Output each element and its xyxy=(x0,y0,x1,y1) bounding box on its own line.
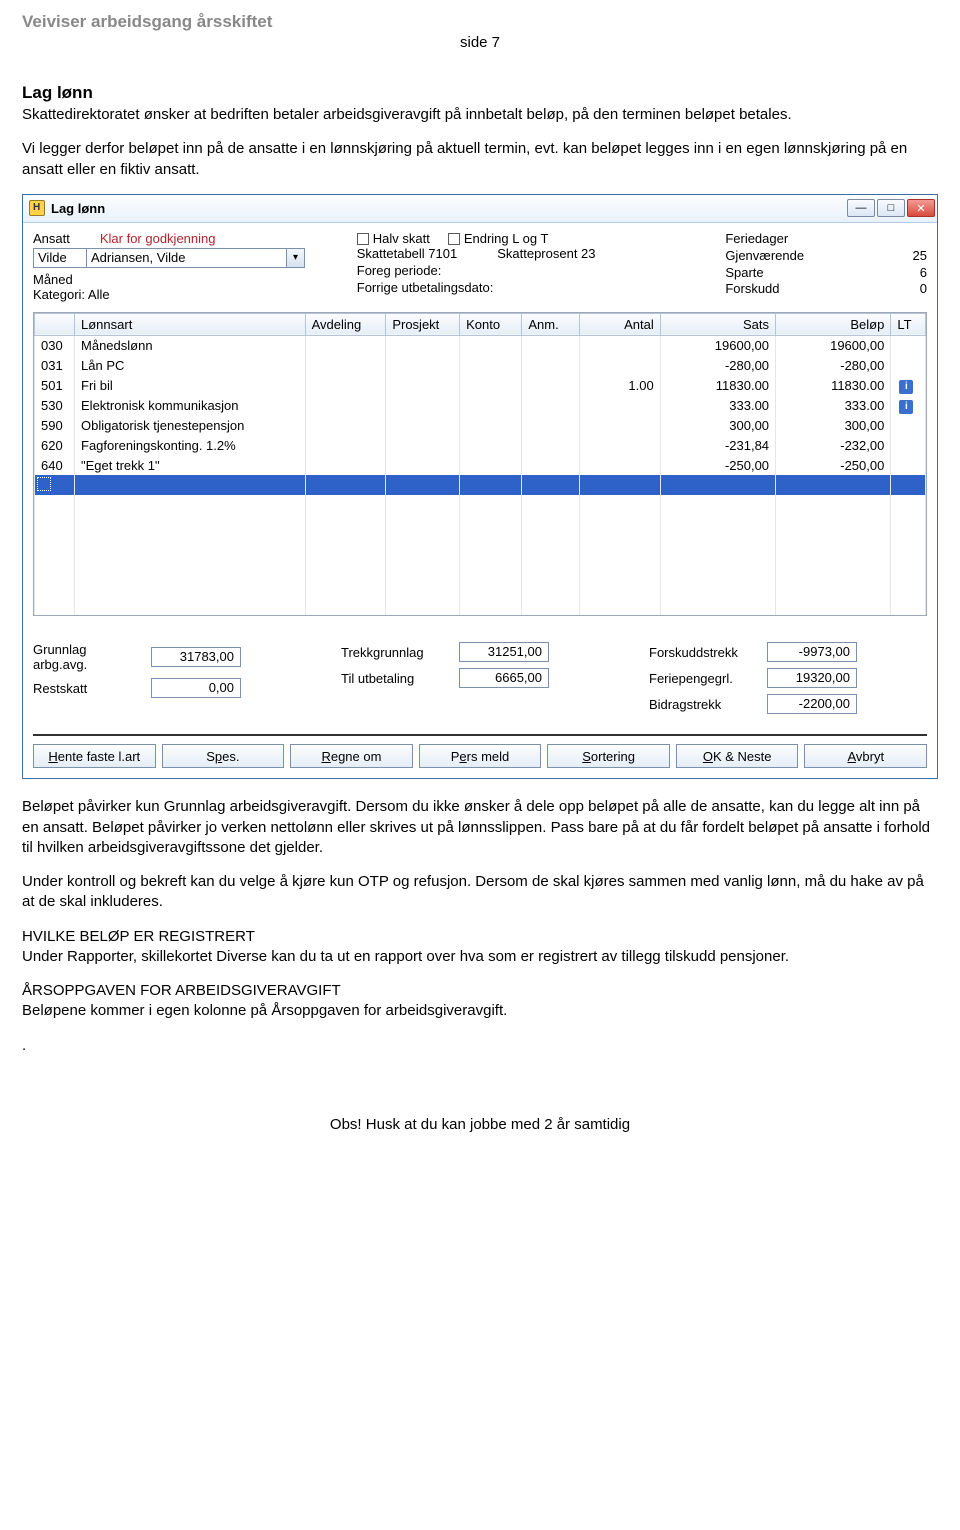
maximize-button[interactable]: □ xyxy=(877,199,905,217)
window-title: Lag lønn xyxy=(51,201,105,216)
app-icon xyxy=(29,200,45,216)
avbryt-button[interactable]: Avbryt xyxy=(804,744,927,768)
body-para-3: Beløpet påvirker kun Grunnlag arbeidsgiv… xyxy=(22,797,938,858)
table-row-empty xyxy=(35,495,926,515)
body-para-5: HVILKE BELØP ER REGISTRERT Under Rapport… xyxy=(22,927,938,968)
body-dot: . xyxy=(22,1036,938,1056)
halv-skatt-checkbox[interactable]: Halv skatt xyxy=(357,231,430,246)
regne-om-button[interactable]: Regne om xyxy=(290,744,413,768)
hente-button[interactable]: Hente faste l.art xyxy=(33,744,156,768)
table-row[interactable]: 530Elektronisk kommunikasjon333.00333.00… xyxy=(35,395,926,415)
table-row-empty xyxy=(35,595,926,615)
intro-para-2: Vi legger derfor beløpet inn på de ansat… xyxy=(22,139,938,180)
restskatt-value: 0,00 xyxy=(151,678,241,698)
table-row-selected[interactable] xyxy=(35,475,926,495)
th-code xyxy=(35,313,75,335)
ansatt-label: Ansatt xyxy=(33,231,70,246)
ansatt-dropdown-arrow[interactable]: ▾ xyxy=(287,248,305,268)
restskatt-label: Restskatt xyxy=(33,681,143,696)
ansatt-first-name[interactable]: Vilde xyxy=(33,248,87,268)
spes-button[interactable]: Spes. xyxy=(162,744,285,768)
th-avdeling: Avdeling xyxy=(305,313,386,335)
trekkgrunnlag-value: 31251,00 xyxy=(459,642,549,662)
forskudd-label: Forskudd xyxy=(725,281,779,298)
footer-note: Obs! Husk at du kan jobbe med 2 år samti… xyxy=(22,1116,938,1133)
body-para-6: ÅRSOPPGAVEN FOR ARBEIDSGIVERAVGIFT Beløp… xyxy=(22,981,938,1022)
feriedager-label: Feriedager xyxy=(725,231,927,248)
table-row[interactable]: 640"Eget trekk 1"-250,00-250,00 xyxy=(35,455,926,475)
body-para-4: Under kontroll og bekreft kan du velge å… xyxy=(22,872,938,913)
section-title: Lag lønn xyxy=(22,83,938,103)
bidragstrekk-value: -2200,00 xyxy=(767,694,857,714)
kategori-label: Kategori: Alle xyxy=(33,287,347,302)
foreg-periode-label: Foreg periode: xyxy=(357,263,716,280)
table-row[interactable]: 590Obligatorisk tjenestepensjon300,00300… xyxy=(35,415,926,435)
sparte-value: 6 xyxy=(920,265,927,282)
table-row-empty xyxy=(35,555,926,575)
maned-label: Måned xyxy=(33,272,347,287)
table-row[interactable]: 501Fri bil1.0011830.0011830.00i xyxy=(35,375,926,395)
minimize-button[interactable]: — xyxy=(847,199,875,217)
payroll-table[interactable]: Lønnsart Avdeling Prosjekt Konto Anm. An… xyxy=(34,313,926,616)
tilutbetaling-label: Til utbetaling xyxy=(341,671,451,686)
th-anm: Anm. xyxy=(522,313,580,335)
th-prosjekt: Prosjekt xyxy=(386,313,460,335)
th-konto: Konto xyxy=(460,313,522,335)
th-lonnsart: Lønnsart xyxy=(75,313,306,335)
feriepengegrl-label: Feriepengegrl. xyxy=(649,671,759,686)
page-number: side 7 xyxy=(22,34,938,51)
feriepengegrl-value: 19320,00 xyxy=(767,668,857,688)
skatteprosent-label: Skatteprosent 23 xyxy=(497,246,595,263)
info-icon[interactable]: i xyxy=(899,380,913,394)
forrige-utb-label: Forrige utbetalingsdato: xyxy=(357,280,716,297)
table-row[interactable]: 030Månedslønn19600,0019600,00 xyxy=(35,335,926,355)
ansatt-full-name[interactable]: Adriansen, Vilde xyxy=(87,248,287,268)
table-row-empty xyxy=(35,535,926,555)
sparte-label: Sparte xyxy=(725,265,763,282)
endring-checkbox[interactable]: Endring L og T xyxy=(448,231,549,246)
doc-header: Veiviser arbeidsgang årsskiftet xyxy=(22,12,938,32)
pers-meld-button[interactable]: Pers meld xyxy=(419,744,542,768)
app-window: Lag lønn — □ ✕ Ansatt Klar for godkjenni… xyxy=(22,194,938,780)
grunnlag-value: 31783,00 xyxy=(151,647,241,667)
bidragstrekk-label: Bidragstrekk xyxy=(649,697,759,712)
ok-neste-button[interactable]: OK & Neste xyxy=(676,744,799,768)
th-belop: Beløp xyxy=(776,313,891,335)
th-lt: LT xyxy=(891,313,926,335)
table-row-empty xyxy=(35,575,926,595)
halv-skatt-label: Halv skatt xyxy=(373,231,430,246)
table-row[interactable]: 031Lån PC-280,00-280,00 xyxy=(35,355,926,375)
th-antal: Antal xyxy=(580,313,661,335)
sortering-button[interactable]: Sortering xyxy=(547,744,670,768)
gjenvaerende-value: 25 xyxy=(913,248,927,265)
tilutbetaling-value: 6665,00 xyxy=(459,668,549,688)
forskuddstrekk-label: Forskuddstrekk xyxy=(649,645,759,660)
table-row-empty xyxy=(35,515,926,535)
title-bar: Lag lønn — □ ✕ xyxy=(23,195,937,223)
status-label: Klar for godkjenning xyxy=(100,231,216,246)
table-row[interactable]: 620Fagforeningskonting. 1.2%-231,84-232,… xyxy=(35,435,926,455)
intro-para-1: Skattedirektoratet ønsker at bedriften b… xyxy=(22,105,938,125)
close-button[interactable]: ✕ xyxy=(907,199,935,217)
th-sats: Sats xyxy=(660,313,775,335)
info-icon[interactable]: i xyxy=(899,400,913,414)
grunnlag-label: Grunnlag arbg.avg. xyxy=(33,642,143,672)
forskuddstrekk-value: -9973,00 xyxy=(767,642,857,662)
forskudd-value: 0 xyxy=(920,281,927,298)
skattetabell-label: Skattetabell 7101 xyxy=(357,246,457,263)
endring-label: Endring L og T xyxy=(464,231,549,246)
gjenvaerende-label: Gjenværende xyxy=(725,248,804,265)
trekkgrunnlag-label: Trekkgrunnlag xyxy=(341,645,451,660)
